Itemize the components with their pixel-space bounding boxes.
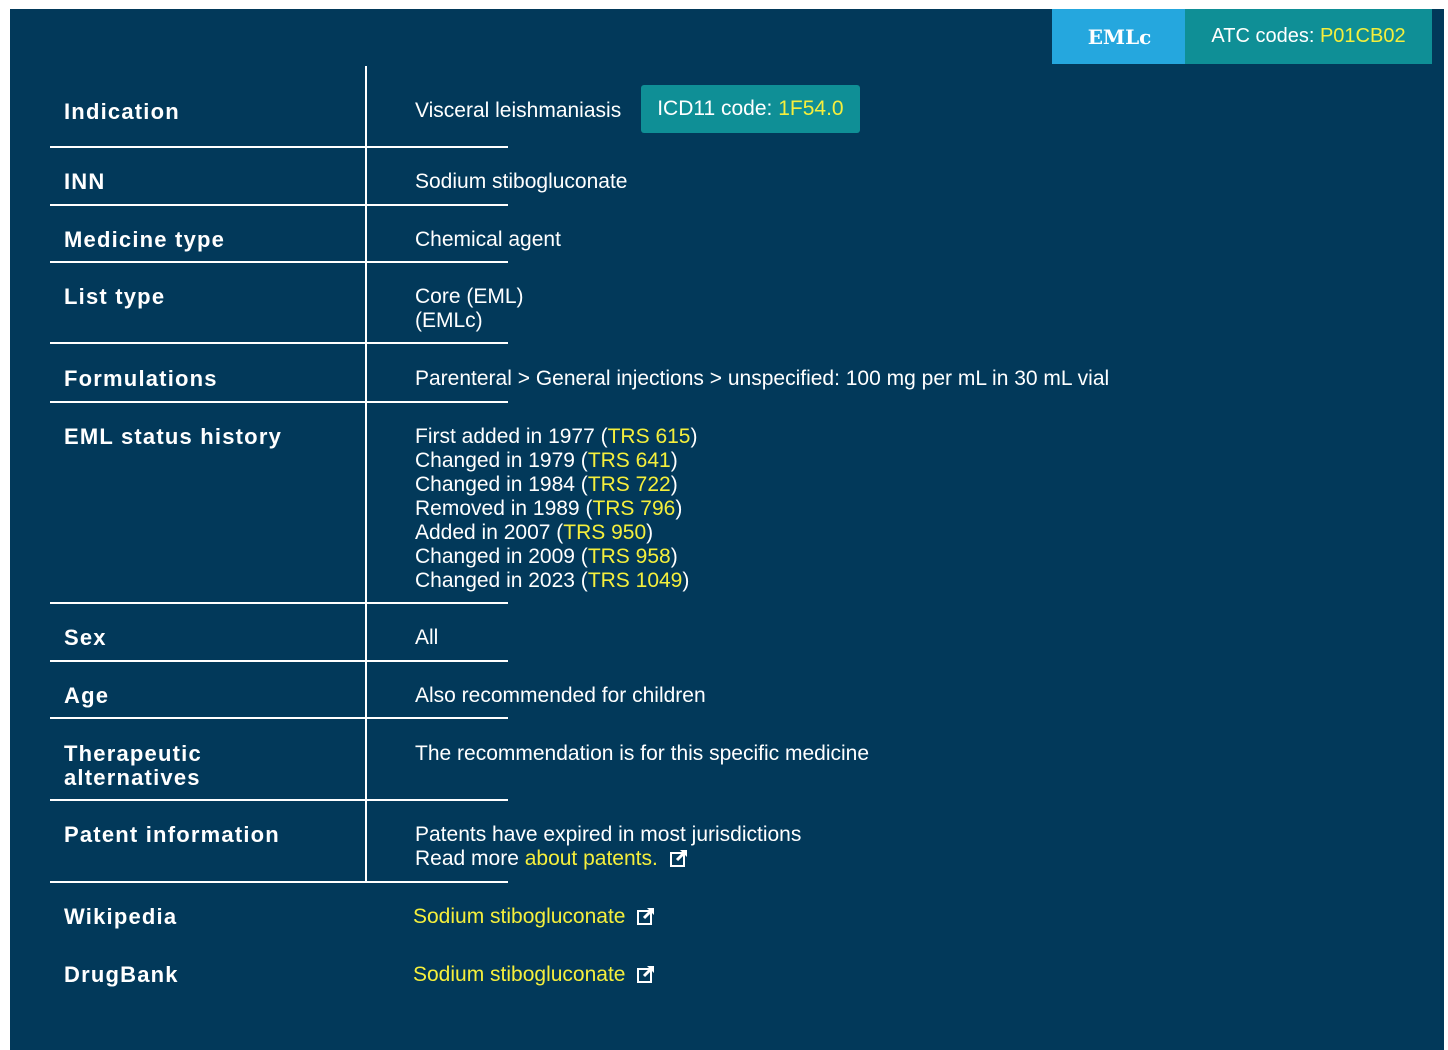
- atc-codes-badge[interactable]: ATC codes: P01CB02: [1185, 9, 1432, 64]
- row-divider: [50, 660, 508, 662]
- age-label: Age: [64, 683, 110, 708]
- trs-link[interactable]: TRS 1049: [588, 569, 683, 592]
- trs-link[interactable]: TRS 722: [588, 473, 671, 496]
- status-history-entry: Changed in 1979 (TRS 641): [415, 449, 678, 472]
- medicine-type-value: Chemical agent: [415, 228, 561, 251]
- external-link-icon[interactable]: [637, 907, 655, 925]
- drugbank-label: DrugBank: [64, 962, 179, 987]
- icd11-code-badge[interactable]: ICD11 code: 1F54.0: [641, 85, 860, 134]
- status-history-entry: First added in 1977 (TRS 615): [415, 425, 698, 448]
- medicine-info-panel: EMLc ATC codes: P01CB02 Indication Visce…: [10, 9, 1444, 1050]
- column-divider: [365, 66, 367, 882]
- indication-text: Visceral leishmaniasis: [415, 99, 622, 122]
- external-link-icon[interactable]: [669, 849, 688, 867]
- status-history-list: First added in 1977 (TRS 615) Changed in…: [415, 425, 697, 593]
- status-history-label: EML status history: [64, 424, 283, 449]
- row-divider: [50, 146, 508, 148]
- icd-code-link[interactable]: 1F54.0: [778, 97, 843, 120]
- drugbank-value: Sodium stibogluconate: [413, 963, 655, 987]
- emlc-badge[interactable]: EMLc: [1052, 9, 1187, 64]
- about-patents-link[interactable]: about patents.: [525, 847, 658, 870]
- therapeutic-alternatives-label: Therapeutic alternatives: [64, 741, 202, 790]
- status-history-entry: Removed in 1989 (TRS 796): [415, 497, 683, 520]
- row-divider: [50, 401, 508, 403]
- inn-value: Sodium stibogluconate: [415, 170, 628, 193]
- status-history-entry: Changed in 2023 (TRS 1049): [415, 569, 690, 592]
- row-divider: [50, 799, 508, 801]
- patent-status: Patents have expired in most jurisdictio…: [415, 823, 802, 846]
- inn-label: INN: [64, 169, 106, 194]
- age-value: Also recommended for children: [415, 684, 706, 707]
- sex-value: All: [415, 626, 439, 649]
- trs-link[interactable]: TRS 641: [588, 449, 671, 472]
- formulations-value: Parenteral > General injections > unspec…: [415, 367, 1110, 390]
- trs-link[interactable]: TRS 796: [592, 497, 675, 520]
- sex-label: Sex: [64, 625, 107, 650]
- row-divider: [50, 204, 508, 206]
- status-history-entry: Changed in 1984 (TRS 722): [415, 473, 678, 496]
- patent-read-more: Read more about patents.: [415, 847, 801, 871]
- list-type-label: List type: [64, 284, 166, 309]
- indication-label: Indication: [64, 99, 180, 124]
- therapeutic-alternatives-value: The recommendation is for this specific …: [415, 742, 870, 765]
- row-divider: [50, 717, 508, 719]
- formulations-label: Formulations: [64, 366, 218, 391]
- trs-link[interactable]: TRS 950: [563, 521, 646, 544]
- trs-link[interactable]: TRS 615: [608, 425, 691, 448]
- patent-information-label: Patent information: [64, 822, 280, 847]
- patent-information-value: Patents have expired in most jurisdictio…: [415, 823, 801, 871]
- wikipedia-label: Wikipedia: [64, 904, 178, 929]
- icd-label: ICD11 code:: [657, 97, 779, 121]
- external-link-icon[interactable]: [637, 965, 655, 983]
- list-type-emlc: (EMLc): [415, 309, 483, 332]
- status-history-entry: Changed in 2009 (TRS 958): [415, 545, 678, 568]
- trs-link[interactable]: TRS 958: [588, 545, 671, 568]
- status-history-entry: Added in 2007 (TRS 950): [415, 521, 654, 544]
- atc-label: ATC codes:: [1211, 25, 1315, 47]
- row-divider: [50, 881, 508, 883]
- medicine-type-label: Medicine type: [64, 227, 226, 252]
- row-divider: [50, 602, 508, 604]
- drugbank-link[interactable]: Sodium stibogluconate: [413, 963, 625, 986]
- row-divider: [50, 342, 508, 344]
- row-divider: [50, 261, 508, 263]
- wikipedia-value: Sodium stibogluconate: [413, 905, 655, 929]
- wikipedia-link[interactable]: Sodium stibogluconate: [413, 905, 625, 928]
- list-type-value: Core (EML) (EMLc): [415, 285, 524, 333]
- atc-code-link[interactable]: P01CB02: [1320, 25, 1406, 48]
- list-type-core: Core (EML): [415, 285, 524, 308]
- indication-value: Visceral leishmaniasis ICD11 code: 1F54.0: [415, 85, 860, 135]
